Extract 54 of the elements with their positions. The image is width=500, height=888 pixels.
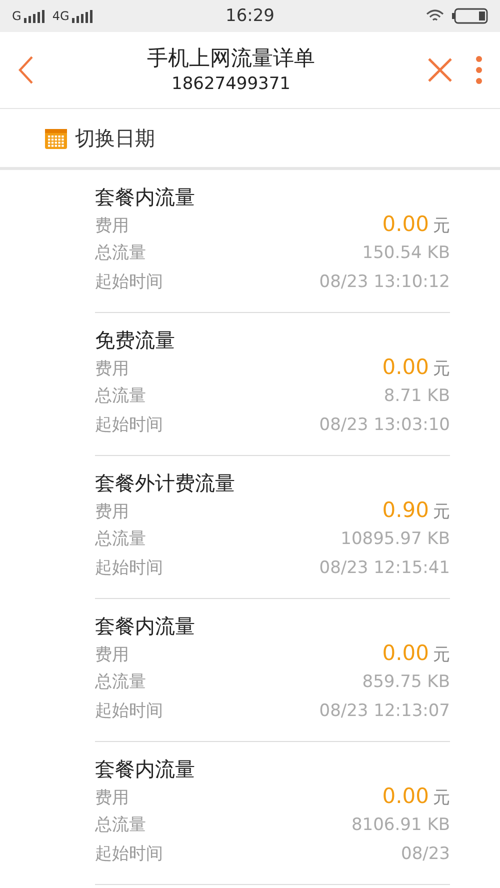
fee-label: 费用 xyxy=(95,215,129,237)
volume-value: 859.75 KB xyxy=(362,672,450,692)
start-time-value: 08/23 12:13:07 xyxy=(319,701,450,721)
more-icon[interactable] xyxy=(476,56,482,84)
currency-unit: 元 xyxy=(433,502,450,522)
page-title: 手机上网流量详单 xyxy=(147,45,315,72)
fee-amount: 0.90 xyxy=(382,498,429,522)
volume-label: 总流量 xyxy=(95,528,146,550)
volume-label: 总流量 xyxy=(95,671,146,693)
signal-icon xyxy=(72,10,94,22)
start-time-label: 起始时间 xyxy=(95,271,163,293)
network-label: 4G xyxy=(52,9,70,23)
volume-value: 8.71 KB xyxy=(384,386,450,406)
close-icon[interactable] xyxy=(428,58,452,82)
start-time-label: 起始时间 xyxy=(95,414,163,436)
fee-amount: 0.00 xyxy=(382,355,429,379)
back-icon[interactable] xyxy=(18,55,34,85)
start-time-label: 起始时间 xyxy=(95,557,163,579)
start-time-value: 08/23 13:10:12 xyxy=(319,272,450,292)
volume-label: 总流量 xyxy=(95,242,146,264)
date-switch-button[interactable]: 切换日期 xyxy=(45,124,155,152)
volume-label: 总流量 xyxy=(95,814,146,836)
fee-amount: 0.00 xyxy=(382,212,429,236)
fee-amount: 0.00 xyxy=(382,784,429,808)
start-time-label: 起始时间 xyxy=(95,700,163,722)
fee-label: 费用 xyxy=(95,501,129,523)
wifi-icon xyxy=(426,9,444,23)
record-type: 套餐内流量 xyxy=(95,756,196,783)
volume-value: 8106.91 KB xyxy=(351,815,450,835)
volume-value: 150.54 KB xyxy=(362,243,450,263)
battery-icon xyxy=(452,8,488,24)
currency-unit: 元 xyxy=(433,788,450,808)
start-time-value: 08/23 xyxy=(401,844,450,864)
fee-amount: 0.00 xyxy=(382,641,429,665)
start-time-value: 08/23 13:03:10 xyxy=(319,415,450,435)
record-type: 套餐内流量 xyxy=(95,184,196,211)
start-time-label: 起始时间 xyxy=(95,843,163,865)
volume-label: 总流量 xyxy=(95,385,146,407)
phone-number: 18627499371 xyxy=(172,73,290,96)
currency-unit: 元 xyxy=(433,645,450,665)
record-type: 套餐外计费流量 xyxy=(95,470,236,497)
record-type: 套餐内流量 xyxy=(95,613,196,640)
currency-unit: 元 xyxy=(433,359,450,379)
fee-label: 费用 xyxy=(95,358,129,380)
clock: 16:29 xyxy=(226,6,274,26)
signal-icon xyxy=(24,10,46,22)
calendar-icon xyxy=(45,127,67,149)
fee-label: 费用 xyxy=(95,787,129,809)
fee-label: 费用 xyxy=(95,644,129,666)
currency-unit: 元 xyxy=(433,216,450,236)
volume-value: 10895.97 KB xyxy=(340,529,450,549)
start-time-value: 08/23 12:15:41 xyxy=(319,558,450,578)
network-label: G xyxy=(12,9,22,23)
record-type: 免费流量 xyxy=(95,327,176,354)
